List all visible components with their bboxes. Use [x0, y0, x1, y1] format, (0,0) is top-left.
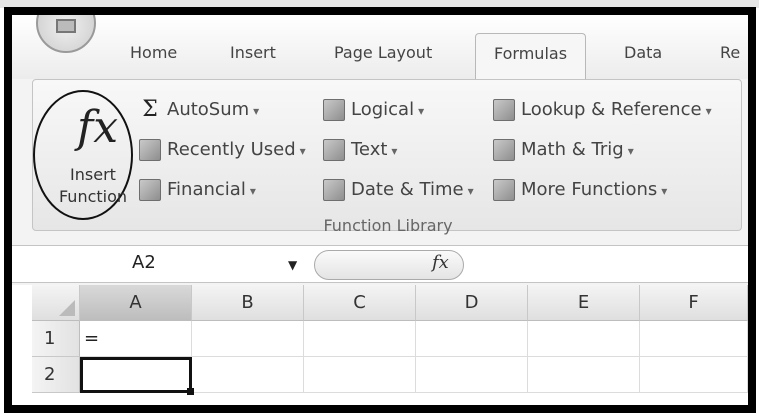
- chevron-down-icon: ▾: [299, 144, 306, 158]
- fx-icon: fx: [77, 102, 119, 153]
- tab-formulas[interactable]: Formulas: [475, 33, 587, 81]
- insert-function-icon[interactable]: fx: [432, 252, 449, 273]
- book-icon: [493, 179, 515, 201]
- column-header-c[interactable]: C: [304, 285, 416, 321]
- math-trig-button[interactable]: Math & Trig ▾: [493, 138, 634, 162]
- column-header-a[interactable]: A: [80, 285, 192, 321]
- tab-insert[interactable]: Insert: [230, 43, 276, 62]
- formula-input[interactable]: [470, 250, 748, 280]
- column-header-f[interactable]: F: [640, 285, 748, 321]
- book-icon: [493, 139, 515, 161]
- cell-a1[interactable]: =: [80, 321, 192, 357]
- book-icon: [323, 139, 345, 161]
- date-time-button[interactable]: Date & Time ▾: [323, 178, 474, 202]
- cell-d2[interactable]: [416, 357, 528, 393]
- book-icon: [323, 179, 345, 201]
- tab-review[interactable]: Re: [720, 43, 740, 62]
- chevron-down-icon: ▾: [627, 144, 634, 158]
- select-all-icon: [59, 300, 75, 316]
- select-all-button[interactable]: [32, 285, 80, 321]
- chevron-down-icon: ▾: [418, 104, 425, 118]
- cell-f2[interactable]: [640, 357, 748, 393]
- column-header-e[interactable]: E: [528, 285, 640, 321]
- cell-c1[interactable]: [304, 321, 416, 357]
- column-header-d[interactable]: D: [416, 285, 528, 321]
- ribbon-tab-bar: Home Insert Page Layout Formulas Data Re: [12, 15, 748, 81]
- chevron-down-icon: ▾: [705, 104, 712, 118]
- name-box[interactable]: A2: [132, 252, 156, 273]
- cell-e2[interactable]: [528, 357, 640, 393]
- cell-b1[interactable]: [192, 321, 304, 357]
- formula-bar: A2 ▼ fx: [12, 245, 748, 283]
- logical-button[interactable]: Logical ▾: [323, 98, 424, 122]
- chevron-down-icon: ▾: [253, 104, 260, 118]
- formulas-ribbon: fx Insert Function Σ AutoSum ▾ Recently Us…: [32, 79, 742, 235]
- book-icon: [139, 139, 161, 161]
- financial-button[interactable]: Financial ▾: [139, 178, 256, 202]
- book-icon: [139, 179, 161, 201]
- spreadsheet-grid: A B C D E F 1 2 =: [12, 285, 748, 405]
- cell-d1[interactable]: [416, 321, 528, 357]
- text-button[interactable]: Text ▾: [323, 138, 397, 162]
- chevron-down-icon: ▾: [661, 184, 668, 198]
- lookup-reference-button[interactable]: Lookup & Reference ▾: [493, 98, 712, 122]
- tab-data[interactable]: Data: [624, 43, 662, 62]
- office-logo-icon: [56, 19, 76, 33]
- fill-handle[interactable]: [187, 388, 194, 395]
- book-icon: [323, 99, 345, 121]
- cell-e1[interactable]: [528, 321, 640, 357]
- column-header-b[interactable]: B: [192, 285, 304, 321]
- tab-page-layout[interactable]: Page Layout: [334, 43, 432, 62]
- book-icon: [493, 99, 515, 121]
- office-button[interactable]: [36, 15, 96, 53]
- row-header-1[interactable]: 1: [32, 321, 80, 357]
- recently-used-button[interactable]: Recently Used ▾: [139, 138, 306, 162]
- more-functions-button[interactable]: More Functions ▾: [493, 178, 667, 202]
- autosum-button[interactable]: Σ AutoSum ▾: [139, 98, 259, 122]
- cell-f1[interactable]: [640, 321, 748, 357]
- chevron-down-icon: ▾: [391, 144, 398, 158]
- row-header-2[interactable]: 2: [32, 357, 80, 393]
- insert-function-label: Insert Function: [58, 165, 128, 206]
- cell-c2[interactable]: [304, 357, 416, 393]
- function-library-group-label: Function Library: [323, 216, 453, 235]
- chevron-down-icon: ▾: [467, 184, 474, 198]
- active-cell-selection[interactable]: [80, 357, 194, 395]
- chevron-down-icon: ▾: [249, 184, 256, 198]
- tab-home[interactable]: Home: [130, 43, 177, 62]
- cell-b2[interactable]: [192, 357, 304, 393]
- chevron-down-icon[interactable]: ▼: [288, 258, 297, 272]
- excel-window: Home Insert Page Layout Formulas Data Re…: [4, 7, 756, 413]
- sigma-icon: Σ: [142, 97, 158, 122]
